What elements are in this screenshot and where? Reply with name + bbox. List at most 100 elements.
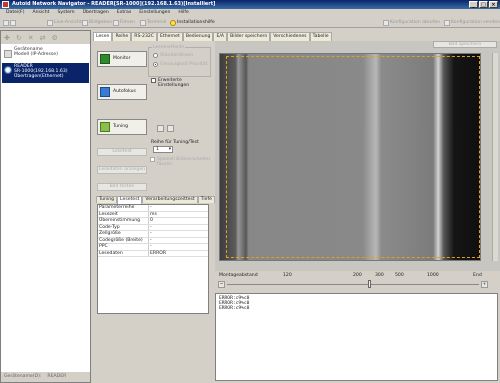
tuning-button[interactable]: Tuning xyxy=(97,119,147,135)
config-load-button[interactable]: Konfiguration abrufen xyxy=(383,19,440,26)
config-send-button[interactable]: Konfiguration senden xyxy=(444,19,500,26)
extended-settings-label: Erweiterte Einstellungen xyxy=(158,78,190,88)
read-region-box[interactable] xyxy=(226,56,480,258)
sub-tabs: Tuning Lesetest Verarbeitungszeittest Ti… xyxy=(96,196,215,204)
close-icon[interactable]: × xyxy=(489,1,498,8)
distance-label: Montageabstand xyxy=(219,273,258,278)
live-view-button[interactable]: Live-Ansicht xyxy=(47,19,82,26)
plus-icon[interactable]: + xyxy=(481,281,488,288)
camera-icon xyxy=(47,19,53,26)
subtab-processing-time[interactable]: Verarbeitungszeittest xyxy=(142,196,198,203)
distance-slider-track[interactable] xyxy=(227,284,479,285)
install-help-button[interactable]: Installationshilfe xyxy=(170,19,215,26)
monitor-icon xyxy=(100,54,110,64)
extended-settings-checkbox[interactable] xyxy=(151,78,156,83)
image-icon xyxy=(82,19,88,26)
lightbulb-icon xyxy=(170,19,176,26)
menu-transfer[interactable]: Übertragen xyxy=(83,9,109,17)
minimize-icon[interactable]: _ xyxy=(469,1,478,8)
chevron-down-icon: ▾ xyxy=(168,147,171,152)
read-test-button[interactable]: Lesetest xyxy=(97,148,147,156)
tree-toolbar: ✚ ↻ ✕ ⇄ ⚙ xyxy=(1,31,90,44)
read-results-table: Parameterreihe - Lesezeit ms Übereinstimmu… xyxy=(97,204,209,314)
settings-icon[interactable]: ⚙ xyxy=(52,34,58,42)
next-icon[interactable] xyxy=(167,125,174,132)
record-button[interactable]: Filmen xyxy=(113,19,135,26)
add-icon[interactable]: ✚ xyxy=(4,34,10,42)
delete-icon[interactable]: ✕ xyxy=(28,34,34,42)
toolbar: Live-Ansicht Bildgeben Filmen Terminal I… xyxy=(0,17,500,28)
tree-header: Gerätename Modell (IP-Adresse) xyxy=(2,47,89,61)
image-view-panel: Bild speichern xyxy=(215,41,500,271)
autofocus-button[interactable]: Autofokus xyxy=(97,84,147,100)
menu-file[interactable]: Datei(F) xyxy=(6,9,24,17)
tick-label: 1000 xyxy=(427,273,439,278)
terminal-button[interactable]: Terminal xyxy=(140,19,166,26)
special-processing-checkbox[interactable] xyxy=(150,157,155,162)
tick-label: 200 xyxy=(353,273,362,278)
subtab-read-test[interactable]: Lesetest xyxy=(117,196,143,204)
tuning-row-label: Reihe für Tuning/Test xyxy=(151,140,199,145)
camera-image[interactable] xyxy=(219,53,481,261)
tuning-icon xyxy=(100,122,110,132)
capture-image-button[interactable]: Bildgeben xyxy=(82,19,112,26)
tab-ethernet[interactable]: Ethernet xyxy=(157,32,183,41)
menu-bar: Datei(F) Ansicht System Übertragen Extra… xyxy=(0,9,500,17)
terminal-icon xyxy=(140,19,146,26)
refresh-icon[interactable]: ↻ xyxy=(16,34,22,42)
device-tree-panel: ✚ ↻ ✕ ⇄ ⚙ Gerätename Modell (IP-Adresse)… xyxy=(0,30,91,383)
menu-help[interactable]: Hilfe xyxy=(178,9,188,17)
device-icon xyxy=(4,66,12,74)
app-icon xyxy=(2,1,9,8)
table-row: Lesedaten ERROR xyxy=(98,250,208,257)
distance-bar: Montageabstand 120 200 300 500 1000 End … xyxy=(215,271,500,291)
window-title: Autoid Network Navigator - READER[SR-100… xyxy=(12,1,216,7)
title-bar: Autoid Network Navigator - READER[SR-100… xyxy=(0,0,500,9)
read-log: ERROR:c9%c0 ERROR:c9%c0 ERROR:c9%c0 xyxy=(215,293,498,381)
show-read-data-button[interactable]: Lesedaten anzeigen xyxy=(97,166,147,174)
tuning-row-select[interactable]: 1 ▾ xyxy=(153,146,173,153)
standard-read-radio[interactable] xyxy=(153,53,158,58)
tick-label: 120 xyxy=(283,273,292,278)
subtab-depth[interactable]: Tiefe xyxy=(197,196,215,203)
end-label: End xyxy=(473,273,482,278)
tab-rs232c[interactable]: RS-232C xyxy=(131,32,158,41)
download-icon xyxy=(383,19,389,26)
tab-io[interactable]: E/A xyxy=(213,32,228,41)
prev-icon[interactable] xyxy=(157,125,164,132)
read-method-group: Lesemethode Standardlesen Genauigkeit Pr… xyxy=(148,45,211,77)
menu-settings[interactable]: Einstellungen xyxy=(139,9,170,17)
back-icon[interactable] xyxy=(3,19,9,26)
accuracy-priority-radio[interactable] xyxy=(153,62,158,67)
maximize-icon[interactable]: □ xyxy=(479,1,488,8)
window-controls: _ □ × xyxy=(469,1,498,8)
save-image-button[interactable]: Bild speichern xyxy=(433,41,497,48)
vertical-slider[interactable] xyxy=(492,53,498,261)
tree-root-icon xyxy=(4,50,12,58)
subtab-tuning[interactable]: Tuning xyxy=(96,196,118,203)
tab-save-images[interactable]: Bilder speichern xyxy=(227,32,271,41)
log-line: ERROR:c9%c0 xyxy=(219,306,250,311)
tick-label: 300 xyxy=(375,273,384,278)
minus-icon[interactable]: − xyxy=(218,281,225,288)
menu-view[interactable]: Ansicht xyxy=(32,9,49,17)
main-tabs: Lesen Reihe RS-232C Ethernet Bedienung E… xyxy=(93,32,332,42)
tree-item-device[interactable]: READER SR-1000(192.168.1.63) Übertragen(… xyxy=(2,63,89,83)
menu-extras[interactable]: Extras xyxy=(117,9,132,17)
tab-operation[interactable]: Bedienung xyxy=(182,32,214,41)
special-processing-label: Speziell Bildverarbeiter fassen xyxy=(157,157,211,167)
monitor-button[interactable]: Monitor xyxy=(97,51,147,67)
film-icon xyxy=(113,19,119,26)
forward-icon[interactable] xyxy=(10,19,16,26)
upload-icon xyxy=(444,19,450,26)
device-status-bar: Gerätename(D): READER xyxy=(1,372,90,382)
tab-table[interactable]: Tabelle xyxy=(309,32,332,41)
distance-slider-thumb[interactable] xyxy=(368,280,371,288)
link-icon[interactable]: ⇄ xyxy=(40,34,46,42)
tab-series[interactable]: Reihe xyxy=(112,32,132,41)
read-settings-panel: Monitor Autofokus Tuning Lesetest Leseda… xyxy=(93,41,215,383)
tab-misc[interactable]: Verschiedenes xyxy=(270,32,310,41)
autofocus-icon xyxy=(100,87,110,97)
menu-system[interactable]: System xyxy=(57,9,74,17)
test-image-button[interactable]: Bild testen xyxy=(97,183,147,191)
